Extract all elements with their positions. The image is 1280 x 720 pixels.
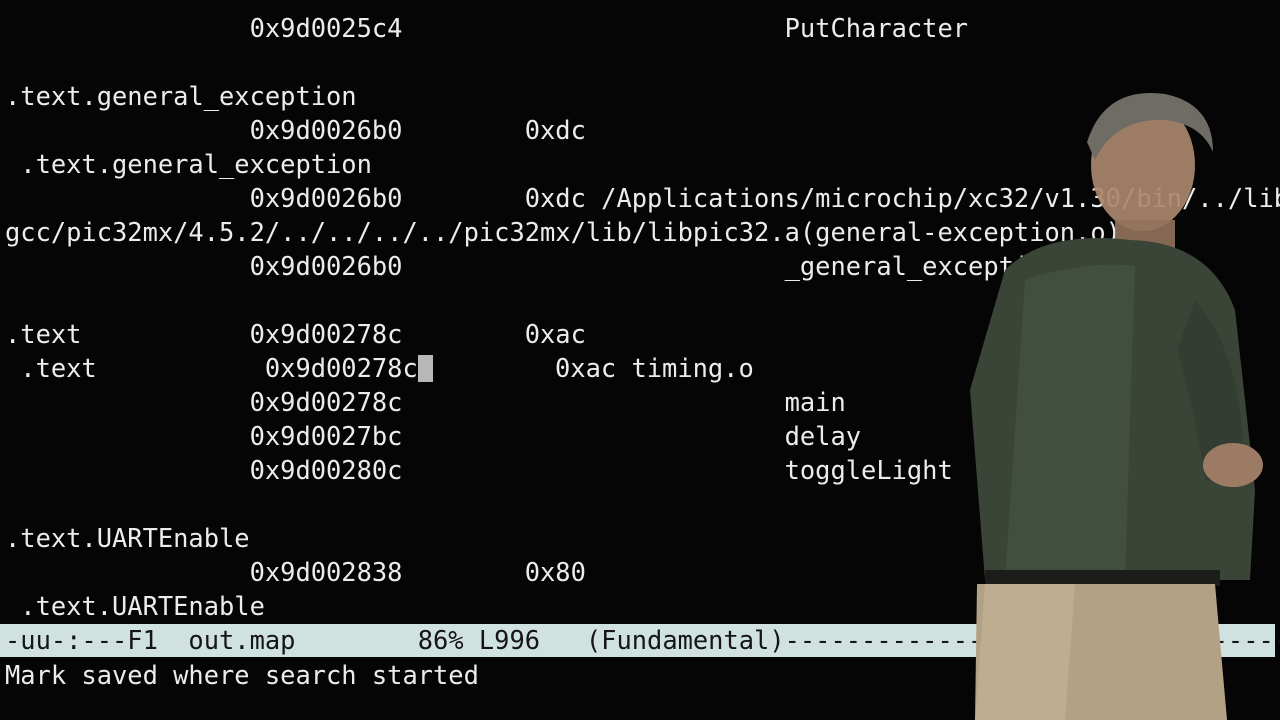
buffer-line bbox=[5, 487, 1280, 521]
emacs-window: 0x9d0025c4 PutCharacter .text.general_ex… bbox=[0, 0, 1280, 720]
buffer-line: 0x9d0025c4 PutCharacter bbox=[5, 13, 969, 43]
buffer-line: .text.UARTEnable bbox=[5, 523, 250, 553]
buffer-line: .text 0x9d00278c 0xac bbox=[5, 319, 586, 349]
cursor-line-before: .text 0x9d00278c bbox=[5, 353, 418, 383]
cursor-line: .text 0x9d00278c 0xac timing.o bbox=[5, 351, 1280, 385]
buffer-line bbox=[5, 45, 1280, 79]
text-cursor bbox=[417, 355, 433, 382]
buffer-line: .text.general_exception bbox=[5, 149, 372, 179]
buffer-line: .text.general_exception bbox=[5, 81, 357, 111]
buffer-line: 0x9d002838 0x80 bbox=[5, 557, 586, 587]
buffer-line: 0x9d0027bc delay bbox=[5, 421, 862, 451]
buffer-line: 0x9d0026b0 0xdc /Applications/microchip/… bbox=[5, 183, 1280, 213]
cursor-line-after: 0xac timing.o bbox=[432, 353, 754, 383]
buffer-line: 0x9d00278c main bbox=[5, 387, 846, 417]
buffer-line: .text.UARTEnable bbox=[5, 591, 265, 621]
mode-line: -uu-:---F1 out.map 86% L996 (Fundamental… bbox=[0, 624, 1280, 657]
minibuffer-message: Mark saved where search started bbox=[5, 660, 479, 690]
buffer-line bbox=[5, 283, 1280, 317]
buffer-line: 0x9d0026b0 _general_exception_context bbox=[5, 251, 1183, 281]
text-buffer[interactable]: 0x9d0025c4 PutCharacter .text.general_ex… bbox=[5, 11, 1280, 623]
buffer-line: 0x9d0026b0 0xdc bbox=[5, 115, 586, 145]
buffer-line: gcc/pic32mx/4.5.2/../../../../pic32mx/li… bbox=[5, 217, 1121, 247]
buffer-line: 0x9d00280c toggleLight bbox=[5, 455, 953, 485]
